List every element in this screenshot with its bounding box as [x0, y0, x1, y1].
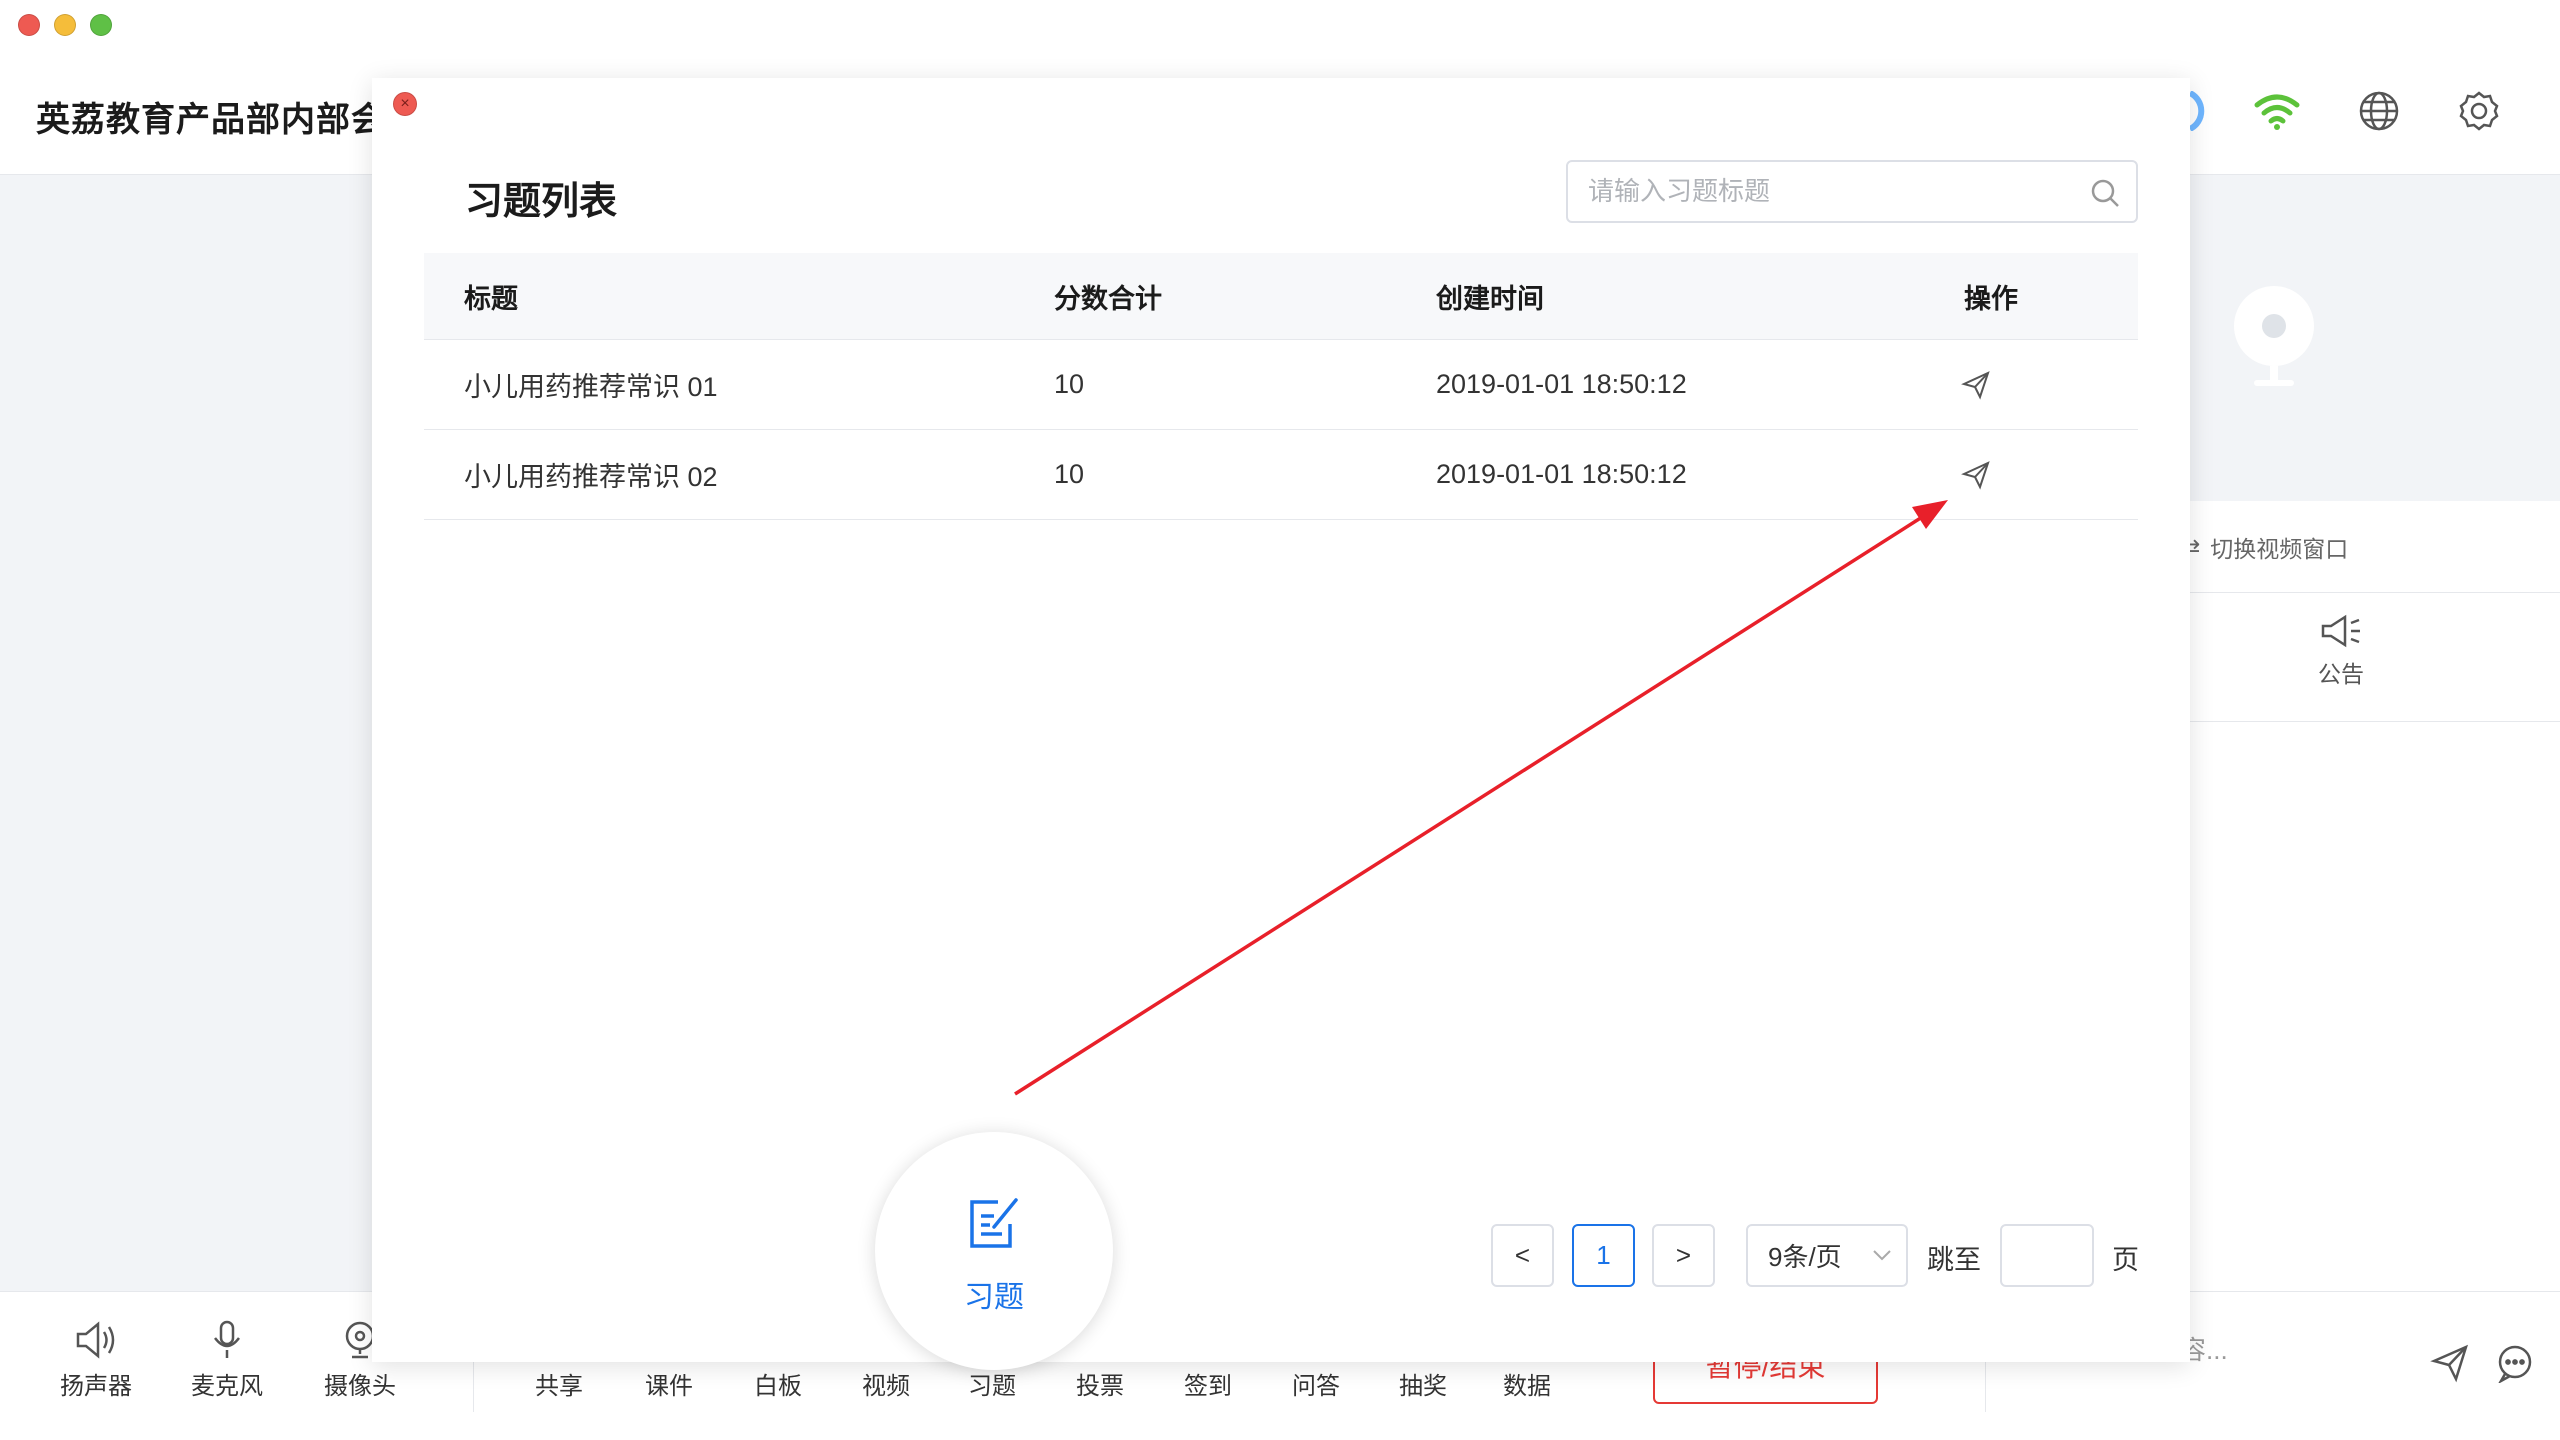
- exercise-search-input[interactable]: [1588, 162, 2088, 221]
- prev-page-button[interactable]: <: [1491, 1224, 1554, 1287]
- camera-label: 摄像头: [324, 1373, 396, 1400]
- row-title: 小儿用药推荐常识 02: [464, 462, 718, 492]
- column-header-title: 标题: [464, 283, 518, 314]
- mic-icon: [214, 1320, 240, 1358]
- wifi-icon[interactable]: [2252, 86, 2302, 136]
- chevron-down-icon: [1873, 1250, 1891, 1261]
- app-title: 英荔教育产品部内部会: [36, 101, 386, 139]
- exercise-callout[interactable]: 习题: [875, 1132, 1113, 1370]
- callout-label: 习题: [964, 1281, 1024, 1314]
- next-page-button[interactable]: >: [1652, 1224, 1715, 1287]
- tab-announcement-label: 公告: [2318, 661, 2364, 687]
- window-close-button[interactable]: [18, 14, 40, 36]
- jump-label: 跳至: [1927, 1245, 1981, 1275]
- publish-icon[interactable]: [1961, 340, 1991, 429]
- signin-label: 签到: [1184, 1373, 1232, 1400]
- tab-announcement[interactable]: 公告: [2281, 613, 2401, 689]
- next-page-label: >: [1675, 1240, 1692, 1270]
- modal-title: 习题列表: [465, 181, 618, 223]
- column-header-time: 创建时间: [1436, 283, 1544, 314]
- share-label: 共享: [535, 1373, 583, 1400]
- prev-page-label: <: [1514, 1240, 1531, 1270]
- mic-button[interactable]: 麦克风: [172, 1320, 282, 1401]
- video-label: 视频: [862, 1373, 910, 1400]
- publish-icon[interactable]: [1961, 430, 1991, 519]
- search-icon[interactable]: [2090, 178, 2120, 208]
- qa-label: 问答: [1292, 1373, 1340, 1400]
- jump-page-input[interactable]: [2000, 1224, 2094, 1287]
- table-header: 标题 分数合计 创建时间 操作: [424, 253, 2138, 340]
- exercise-edit-icon: [970, 1198, 1018, 1248]
- send-icon[interactable]: [2430, 1343, 2470, 1388]
- current-page-label: 1: [1596, 1240, 1611, 1270]
- exercise-label: 习题: [968, 1373, 1016, 1400]
- row-title: 小儿用药推荐常识 01: [464, 372, 718, 402]
- exercise-table: 标题 分数合计 创建时间 操作 小儿用药推荐常识 01 10 2019-01-0…: [424, 253, 2138, 520]
- gear-icon[interactable]: [2454, 86, 2504, 136]
- chat-bubble-icon[interactable]: [2495, 1343, 2535, 1388]
- page-size-value: 9条/页: [1768, 1242, 1842, 1272]
- vote-label: 投票: [1076, 1373, 1124, 1400]
- row-score: 10: [1054, 369, 1085, 399]
- row-time: 2019-01-01 18:50:12: [1436, 369, 1687, 399]
- page-unit-label: 页: [2112, 1245, 2139, 1275]
- row-time: 2019-01-01 18:50:12: [1436, 459, 1687, 489]
- row-score: 10: [1054, 459, 1085, 489]
- page-size-select[interactable]: 9条/页: [1746, 1224, 1908, 1287]
- column-header-op: 操作: [1964, 283, 2018, 314]
- lottery-label: 抽奖: [1399, 1373, 1447, 1400]
- table-row: 小儿用药推荐常识 02 10 2019-01-01 18:50:12: [424, 430, 2138, 520]
- speaker-button[interactable]: 扬声器: [41, 1320, 151, 1401]
- whiteboard-label: 白板: [754, 1373, 802, 1400]
- modal-close-button[interactable]: ×: [393, 92, 417, 116]
- column-header-score: 分数合计: [1054, 283, 1162, 314]
- announcement-icon: [2321, 614, 2360, 648]
- window-controls: [18, 14, 112, 36]
- speaker-icon: [76, 1321, 115, 1359]
- exercise-list-modal: 习题列表 标题 分数合计 创建时间 操作 小儿用药推荐常识 01 10 2019…: [372, 78, 2190, 1362]
- table-row: 小儿用药推荐常识 01 10 2019-01-01 18:50:12: [424, 340, 2138, 430]
- camera-placeholder-icon: [2233, 285, 2314, 386]
- speaker-label: 扬声器: [60, 1373, 132, 1400]
- switch-video-label: 切换视频窗口: [2210, 536, 2349, 562]
- courseware-label: 课件: [645, 1373, 693, 1400]
- window-zoom-button[interactable]: [90, 14, 112, 36]
- mic-label: 麦克风: [191, 1373, 263, 1400]
- page-1-button[interactable]: 1: [1572, 1224, 1635, 1287]
- data-label: 数据: [1503, 1373, 1551, 1400]
- window-minimize-button[interactable]: [54, 14, 76, 36]
- globe-icon[interactable]: [2354, 86, 2404, 136]
- exercise-search-box[interactable]: [1566, 160, 2138, 223]
- switch-video-button[interactable]: ⇄ 切换视频窗口: [2181, 530, 2348, 564]
